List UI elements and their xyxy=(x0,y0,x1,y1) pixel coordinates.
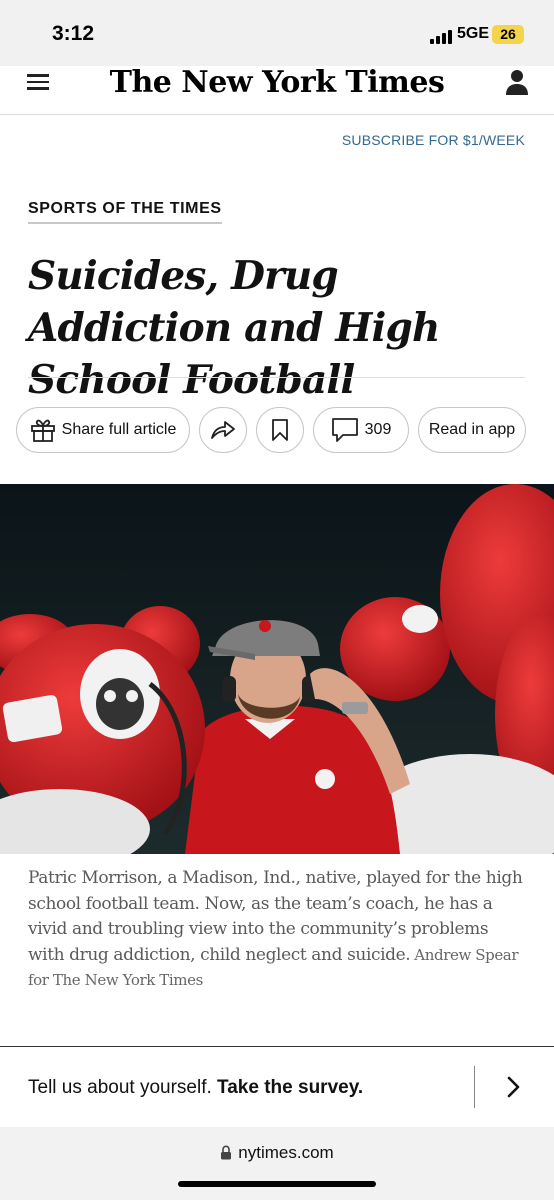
share-button[interactable] xyxy=(199,407,247,453)
section-kicker[interactable]: SPORTS OF THE TIMES xyxy=(28,200,222,224)
photo-caption: Patric Morrison, a Madison, Ind., native… xyxy=(28,866,528,994)
article-headline: Suicides, Drug Addiction and High School… xyxy=(28,253,440,403)
subscribe-link[interactable]: SUBSCRIBE FOR $1/WEEK xyxy=(342,132,525,148)
bookmark-icon xyxy=(272,419,288,441)
read-in-app-label: Read in app xyxy=(428,421,516,438)
lock-icon xyxy=(221,1145,232,1160)
status-time: 3:12 xyxy=(52,22,95,45)
survey-divider xyxy=(474,1066,475,1108)
status-bar: 3:12 5GE 26 xyxy=(0,0,554,66)
comment-icon xyxy=(331,418,358,442)
save-button[interactable] xyxy=(256,407,304,453)
battery-icon: 26 xyxy=(492,25,524,44)
account-icon[interactable] xyxy=(505,68,529,96)
top-nav: The New York Times xyxy=(0,66,554,115)
masthead-logo[interactable]: The New York Times xyxy=(0,66,554,100)
divider xyxy=(28,377,525,378)
browser-address-bar[interactable]: nytimes.com xyxy=(0,1127,554,1200)
url-display[interactable]: nytimes.com xyxy=(0,1143,554,1163)
survey-cta[interactable]: Take the survey. xyxy=(217,1077,363,1098)
home-indicator[interactable] xyxy=(178,1181,376,1187)
network-type: 5GE xyxy=(457,25,490,42)
survey-banner[interactable]: Tell us about yourself. Take the survey. xyxy=(0,1046,554,1127)
share-full-article-button[interactable]: Share full article xyxy=(16,407,190,453)
read-in-app-button[interactable]: Read in app xyxy=(418,407,526,453)
chevron-right-icon[interactable] xyxy=(505,1075,521,1099)
comments-button[interactable]: 309 xyxy=(313,407,409,453)
signal-strength-icon xyxy=(430,30,452,44)
gift-icon xyxy=(30,419,55,442)
share-label: Share full article xyxy=(61,421,177,438)
survey-text: Tell us about yourself. Take the survey. xyxy=(28,1077,363,1099)
comment-count: 309 xyxy=(364,421,392,438)
survey-prompt: Tell us about yourself. xyxy=(28,1077,212,1098)
share-arrow-icon xyxy=(211,421,235,439)
url-text: nytimes.com xyxy=(238,1143,334,1162)
article-photo xyxy=(0,484,554,854)
